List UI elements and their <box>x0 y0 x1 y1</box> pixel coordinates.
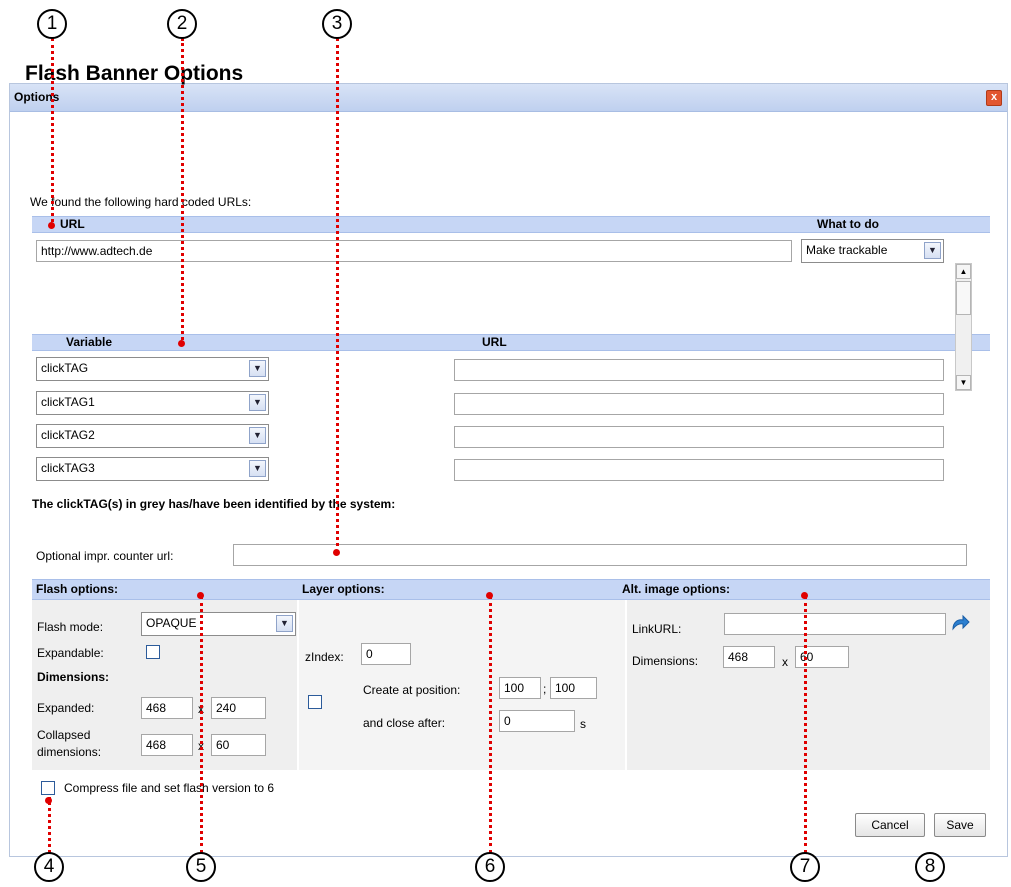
options-header: Flash options: Layer options: Alt. image… <box>32 579 990 600</box>
alt-image-options-title: Alt. image options: <box>622 582 730 596</box>
position-x-input[interactable]: 100 <box>499 677 541 699</box>
callout-dot-7 <box>801 592 808 599</box>
scroll-thumb[interactable] <box>956 281 971 315</box>
variable-select[interactable]: clickTAG ▼ <box>36 357 269 381</box>
callout-line-5 <box>200 596 203 853</box>
callout-2: 2 <box>167 9 197 39</box>
clicktag-note: The clickTAG(s) in grey has/have been id… <box>32 497 396 511</box>
scroll-down-icon[interactable]: ▼ <box>956 375 971 390</box>
action-select[interactable]: Make trackable ▼ <box>801 239 944 263</box>
variables-col-variable: Variable <box>66 335 113 349</box>
hardcoded-header: URL What to do <box>32 216 990 233</box>
callout-line-6 <box>489 596 492 853</box>
callout-5: 5 <box>186 852 216 882</box>
close-icon[interactable]: x <box>986 90 1002 106</box>
callout-dot-1 <box>48 222 55 229</box>
alt-dimensions-label: Dimensions: <box>632 654 699 668</box>
variable-select[interactable]: clickTAG1 ▼ <box>36 391 269 415</box>
callout-3: 3 <box>322 9 352 39</box>
expanded-height-input[interactable]: 240 <box>211 697 266 719</box>
expanded-width-input[interactable]: 468 <box>141 697 193 719</box>
close-after-unit: s <box>580 717 586 731</box>
cancel-button[interactable]: Cancel <box>855 813 925 837</box>
flash-mode-select[interactable]: OPAQUE ▼ <box>141 612 296 636</box>
callout-6: 6 <box>475 852 505 882</box>
flash-mode-label: Flash mode: <box>37 620 104 634</box>
action-select-value: Make trackable <box>806 243 888 257</box>
alt-width-input[interactable]: 468 <box>723 646 775 668</box>
scroll-up-icon[interactable]: ▲ <box>956 264 971 279</box>
layer-options-title: Layer options: <box>302 582 385 596</box>
hardcoded-col-url: URL <box>60 217 85 231</box>
chevron-down-icon: ▼ <box>249 427 266 444</box>
hardcoded-col-action: What to do <box>817 217 879 231</box>
callout-dot-6 <box>486 592 493 599</box>
expandable-checkbox[interactable] <box>146 645 160 659</box>
title-bar[interactable]: Options x <box>10 84 1007 112</box>
callout-line-7 <box>804 596 807 853</box>
chevron-down-icon: ▼ <box>249 394 266 411</box>
hardcoded-intro: We found the following hard coded URLs: <box>30 195 252 209</box>
chevron-down-icon: ▼ <box>276 615 293 632</box>
link-url-input[interactable] <box>724 613 946 635</box>
collapsed-label-line2: dimensions: <box>37 745 102 759</box>
callout-1: 1 <box>37 9 67 39</box>
close-after-label: and close after: <box>363 716 446 730</box>
chevron-down-icon: ▼ <box>924 242 941 259</box>
variable-select-value: clickTAG <box>41 361 89 375</box>
chevron-down-icon: ▼ <box>249 460 266 477</box>
collapsed-height-input[interactable]: 60 <box>211 734 266 756</box>
impr-counter-input[interactable] <box>233 544 967 566</box>
callout-4: 4 <box>34 852 64 882</box>
variable-url-input[interactable] <box>454 359 944 381</box>
variable-url-input[interactable] <box>454 426 944 448</box>
variable-select[interactable]: clickTAG3 ▼ <box>36 457 269 481</box>
collapsed-width-input[interactable]: 468 <box>141 734 193 756</box>
save-button[interactable]: Save <box>934 813 986 837</box>
variable-select-value: clickTAG2 <box>41 428 95 442</box>
close-after-input[interactable]: 0 <box>499 710 575 732</box>
position-separator: ; <box>543 682 547 696</box>
callout-line-4 <box>48 797 51 853</box>
callout-dot-2 <box>178 340 185 347</box>
position-y-input[interactable]: 100 <box>550 677 597 699</box>
link-url-label: LinkURL: <box>632 622 682 636</box>
flash-options-title: Flash options: <box>36 582 118 596</box>
alt-x-label: x <box>782 655 788 669</box>
callout-dot-3 <box>333 549 340 556</box>
variable-url-input[interactable] <box>454 393 944 415</box>
layer-checkbox[interactable] <box>308 695 322 709</box>
variables-scrollbar[interactable]: ▲ ▼ <box>955 263 972 391</box>
callout-dot-5 <box>197 592 204 599</box>
variable-select-value: clickTAG3 <box>41 461 95 475</box>
callout-line-2 <box>181 38 184 346</box>
compress-checkbox[interactable] <box>41 781 55 795</box>
callout-line-1 <box>51 38 54 228</box>
impr-counter-label: Optional impr. counter url: <box>36 549 174 563</box>
zindex-input[interactable]: 0 <box>361 643 411 665</box>
zindex-label: zIndex: <box>305 650 344 664</box>
chevron-down-icon: ▼ <box>249 360 266 377</box>
expanded-label: Expanded: <box>37 701 95 715</box>
hardcoded-url-input[interactable]: http://www.adtech.de <box>36 240 792 262</box>
collapsed-label-line1: Collapsed <box>37 728 91 742</box>
callout-7: 7 <box>790 852 820 882</box>
callout-8: 8 <box>915 852 945 882</box>
callout-line-3 <box>336 38 339 553</box>
variable-select-value: clickTAG1 <box>41 395 95 409</box>
dimensions-label: Dimensions: <box>37 670 110 684</box>
callout-dot-4 <box>45 797 52 804</box>
variables-header: Variable URL <box>32 334 990 351</box>
variable-select[interactable]: clickTAG2 ▼ <box>36 424 269 448</box>
redo-arrow-icon[interactable] <box>950 614 970 632</box>
compress-label: Compress file and set flash version to 6 <box>64 781 275 795</box>
variable-url-input[interactable] <box>454 459 944 481</box>
create-position-label: Create at position: <box>363 683 461 697</box>
variables-col-url: URL <box>482 335 507 349</box>
expandable-label: Expandable: <box>37 646 104 660</box>
flash-mode-value: OPAQUE <box>146 616 197 630</box>
page-title: Flash Banner Options <box>25 62 244 85</box>
